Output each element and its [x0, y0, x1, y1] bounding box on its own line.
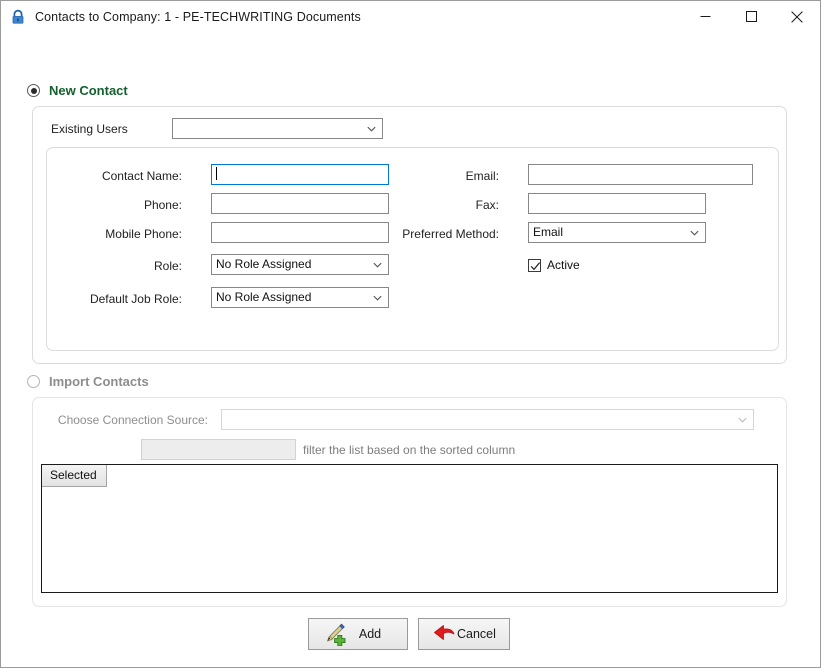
- text-caret: [216, 167, 217, 180]
- existing-users-combo[interactable]: [172, 118, 383, 139]
- grid-column-selected[interactable]: Selected: [42, 465, 107, 487]
- add-button-label: Add: [358, 627, 382, 641]
- pen-add-icon: [326, 623, 346, 646]
- chevron-down-icon: [367, 124, 376, 133]
- radio-import-contacts-indicator[interactable]: [27, 375, 40, 388]
- chevron-down-icon: [373, 293, 382, 302]
- default-job-role-value: No Role Assigned: [216, 290, 312, 304]
- preferred-method-label: Preferred Method:: [402, 227, 499, 241]
- maximize-icon: [745, 11, 757, 22]
- chevron-down-icon: [690, 228, 699, 237]
- filter-input[interactable]: [141, 439, 296, 460]
- close-icon: [791, 10, 803, 23]
- role-value: No Role Assigned: [216, 257, 312, 271]
- default-job-role-combo[interactable]: No Role Assigned: [211, 287, 389, 308]
- active-label: Active: [547, 258, 580, 272]
- title-bar: Contacts to Company: 1 - PE-TECHWRITING …: [1, 1, 820, 33]
- minimize-button[interactable]: [682, 1, 728, 32]
- window-title: Contacts to Company: 1 - PE-TECHWRITING …: [35, 9, 361, 24]
- minimize-icon: [700, 16, 710, 17]
- import-contacts-panel: Choose Connection Source: filter the lis…: [32, 397, 787, 607]
- connection-source-combo[interactable]: [221, 409, 754, 430]
- new-contact-panel: Existing Users Contact Name: Phone: Mobi…: [32, 106, 787, 364]
- grid-header-row: Selected: [42, 465, 777, 487]
- mobile-phone-label: Mobile Phone:: [105, 227, 182, 241]
- add-button[interactable]: Add: [308, 618, 408, 650]
- maximize-button[interactable]: [728, 1, 774, 32]
- close-button[interactable]: [774, 1, 820, 32]
- role-label: Role:: [153, 259, 182, 273]
- fax-input[interactable]: [528, 193, 706, 214]
- cancel-button[interactable]: Cancel: [418, 618, 510, 650]
- contact-name-input[interactable]: [211, 164, 389, 185]
- filter-hint: filter the list based on the sorted colu…: [303, 443, 516, 457]
- mobile-phone-input[interactable]: [211, 222, 389, 243]
- lock-icon: [12, 9, 24, 24]
- phone-label: Phone:: [143, 198, 182, 212]
- chevron-down-icon: [738, 415, 747, 424]
- email-input[interactable]: [528, 164, 753, 185]
- radio-import-contacts-label: Import Contacts: [49, 374, 149, 389]
- contact-name-label: Contact Name:: [101, 169, 182, 183]
- window-controls: [682, 1, 820, 32]
- preferred-method-value: Email: [533, 225, 564, 239]
- fax-label: Fax:: [475, 198, 499, 212]
- contact-fields-panel: Contact Name: Phone: Mobile Phone: Role:…: [46, 147, 779, 351]
- preferred-method-combo[interactable]: Email: [528, 222, 706, 243]
- connection-source-label: Choose Connection Source:: [57, 413, 208, 427]
- phone-input[interactable]: [211, 193, 389, 214]
- existing-users-label: Existing Users: [51, 122, 128, 136]
- check-icon: [530, 261, 541, 270]
- dialog-window: Contacts to Company: 1 - PE-TECHWRITING …: [0, 0, 821, 668]
- radio-new-contact-indicator[interactable]: [27, 84, 40, 97]
- role-combo[interactable]: No Role Assigned: [211, 254, 389, 275]
- radio-new-contact[interactable]: New Contact: [27, 83, 128, 98]
- default-job-role-label: Default Job Role:: [89, 292, 182, 306]
- active-checkbox[interactable]: [528, 258, 541, 272]
- radio-import-contacts[interactable]: Import Contacts: [27, 374, 149, 389]
- active-checkbox-row[interactable]: Active: [528, 258, 580, 272]
- radio-new-contact-label: New Contact: [49, 83, 128, 98]
- contacts-grid[interactable]: Selected: [41, 464, 778, 593]
- red-arrow-icon: [434, 625, 455, 640]
- email-label: Email:: [465, 169, 499, 183]
- chevron-down-icon: [373, 260, 382, 269]
- cancel-button-label: Cancel: [457, 627, 496, 641]
